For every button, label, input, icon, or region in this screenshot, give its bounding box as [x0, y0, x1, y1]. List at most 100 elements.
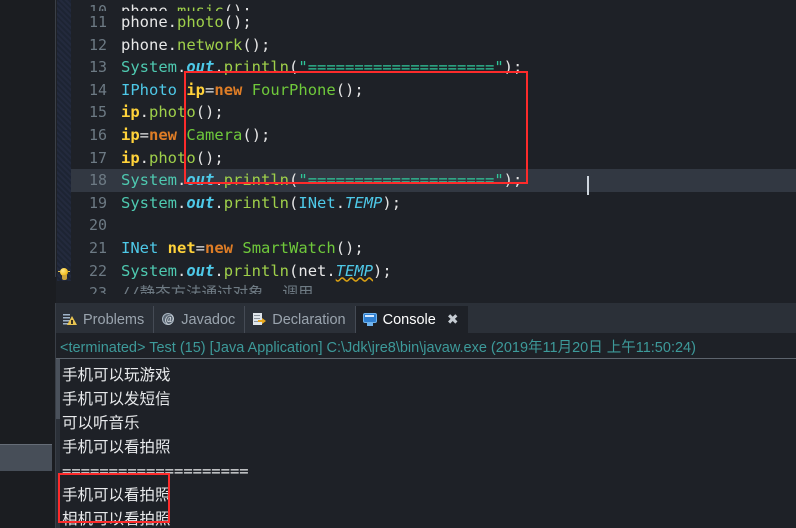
- code-token: .: [139, 148, 150, 167]
- code-token: println: [223, 58, 290, 77]
- tab-javadoc[interactable]: @ Javadoc: [154, 306, 246, 333]
- code-editor[interactable]: 10 phone.music(); 11 phone.photo(); 12 phone.…: [0, 0, 796, 303]
- code-token: network: [177, 35, 243, 54]
- tab-label: Javadoc: [181, 311, 236, 328]
- console-view[interactable]: <terminated> Test (15) [Java Application…: [56, 334, 796, 528]
- code-token: ();: [242, 125, 271, 144]
- code-token: net: [167, 238, 196, 257]
- code-token: .: [139, 103, 150, 122]
- code-token: .: [326, 261, 336, 280]
- code-line[interactable]: 23 //静态方法通过对象 调用: [71, 282, 796, 294]
- code-text: ip.photo();: [121, 147, 224, 170]
- console-output-line: 手机可以发短信: [62, 390, 171, 408]
- code-token: photo: [149, 148, 196, 167]
- code-token: println: [223, 261, 290, 280]
- code-token: out: [186, 58, 215, 77]
- console-output-line: 可以听音乐: [62, 414, 140, 432]
- code-token: );: [503, 171, 523, 190]
- code-token: (: [289, 58, 299, 77]
- code-line[interactable]: 20: [71, 214, 796, 237]
- code-text: System.out.println("====================…: [121, 56, 522, 79]
- editor-left-margin: [0, 0, 56, 303]
- code-token: System: [121, 58, 177, 77]
- quick-fix-lightbulb-icon[interactable]: [58, 268, 70, 282]
- code-token: out: [186, 171, 215, 190]
- bottom-left-divider: [55, 303, 56, 528]
- code-token: .: [214, 171, 224, 190]
- code-token: new: [214, 80, 243, 99]
- code-token: phone: [121, 2, 168, 11]
- code-line[interactable]: 12 phone.network();: [71, 34, 796, 57]
- code-line[interactable]: 21 INet net=new SmartWatch();: [71, 237, 796, 260]
- code-token: =: [195, 238, 206, 257]
- tab-declaration[interactable]: Declaration: [245, 306, 356, 333]
- bottom-view-panel[interactable]: Problems @ Javadoc Declaration Console ✖ <ter…: [0, 303, 796, 528]
- code-token: .: [177, 58, 187, 77]
- code-text: IPhoto ip=new FourPhone();: [121, 79, 364, 102]
- code-token: println: [223, 193, 290, 212]
- code-token: "====================": [298, 171, 504, 190]
- code-line[interactable]: 22 System.out.println(net.TEMP);: [71, 260, 796, 283]
- code-token: TEMP: [335, 261, 374, 280]
- line-number: 16: [88, 125, 107, 144]
- code-token: .: [214, 193, 224, 212]
- line-number: 19: [88, 193, 107, 212]
- code-token: ();: [223, 2, 252, 11]
- line-number: 17: [88, 148, 107, 167]
- code-line[interactable]: 15 ip.photo();: [71, 101, 796, 124]
- text-caret: [587, 176, 589, 195]
- code-token: ();: [242, 35, 271, 54]
- code-lines-container[interactable]: 10 phone.music(); 11 phone.photo(); 12 phone.…: [71, 0, 796, 303]
- console-output-line: 手机可以看拍照: [62, 486, 171, 504]
- line-number: 13: [88, 58, 107, 77]
- code-token: ();: [195, 103, 224, 122]
- javadoc-icon: @: [161, 312, 176, 327]
- code-token: INet: [298, 193, 336, 212]
- line-number: 23: [88, 284, 107, 295]
- line-number: 18: [88, 171, 107, 190]
- tab-label: Problems: [83, 311, 145, 328]
- code-token: .: [214, 261, 224, 280]
- declaration-icon: [252, 312, 267, 327]
- code-token: phone: [121, 35, 168, 54]
- line-number: 12: [88, 35, 107, 54]
- collapsed-panel-stub[interactable]: [0, 444, 52, 472]
- code-token: new: [205, 238, 234, 257]
- tab-label: Declaration: [272, 311, 346, 328]
- code-token: FourPhone: [251, 80, 336, 99]
- close-icon[interactable]: ✖: [447, 311, 459, 328]
- code-line[interactable]: 17 ip.photo();: [71, 147, 796, 170]
- code-token: photo: [149, 103, 196, 122]
- code-token: out: [186, 261, 215, 280]
- view-tab-bar[interactable]: Problems @ Javadoc Declaration Console ✖: [56, 306, 796, 333]
- code-token: ip: [186, 80, 206, 99]
- code-line[interactable]: 18 System.out.println("==================…: [71, 169, 796, 192]
- code-text: INet net=new SmartWatch();: [121, 237, 364, 260]
- code-text: phone.photo();: [121, 11, 252, 34]
- code-token: INet: [121, 238, 159, 257]
- code-line[interactable]: 14 IPhoto ip=new FourPhone();: [71, 79, 796, 102]
- code-text: ip=new Camera();: [121, 124, 270, 147]
- code-line[interactable]: 13 System.out.println("==================…: [71, 56, 796, 79]
- code-line[interactable]: 19 System.out.println(INet.TEMP);: [71, 192, 796, 215]
- code-token: photo: [177, 13, 224, 31]
- editor-annotation-ruler[interactable]: [57, 0, 71, 281]
- code-line[interactable]: 10 phone.music();: [71, 0, 796, 11]
- tab-console[interactable]: Console ✖: [355, 306, 468, 333]
- bottom-left-margin: [0, 303, 56, 528]
- tab-problems[interactable]: Problems: [56, 306, 155, 333]
- code-token: ip: [121, 103, 140, 122]
- code-token: (: [289, 193, 299, 212]
- console-output-line: ====================: [62, 462, 249, 480]
- code-line[interactable]: 11 phone.photo();: [71, 11, 796, 34]
- code-token: =: [139, 125, 150, 144]
- code-line[interactable]: 16 ip=new Camera();: [71, 124, 796, 147]
- console-output-line: 相机可以看拍照: [62, 510, 171, 528]
- code-token: );: [373, 261, 392, 280]
- code-token: Camera: [186, 125, 243, 144]
- code-token: TEMP: [345, 193, 383, 212]
